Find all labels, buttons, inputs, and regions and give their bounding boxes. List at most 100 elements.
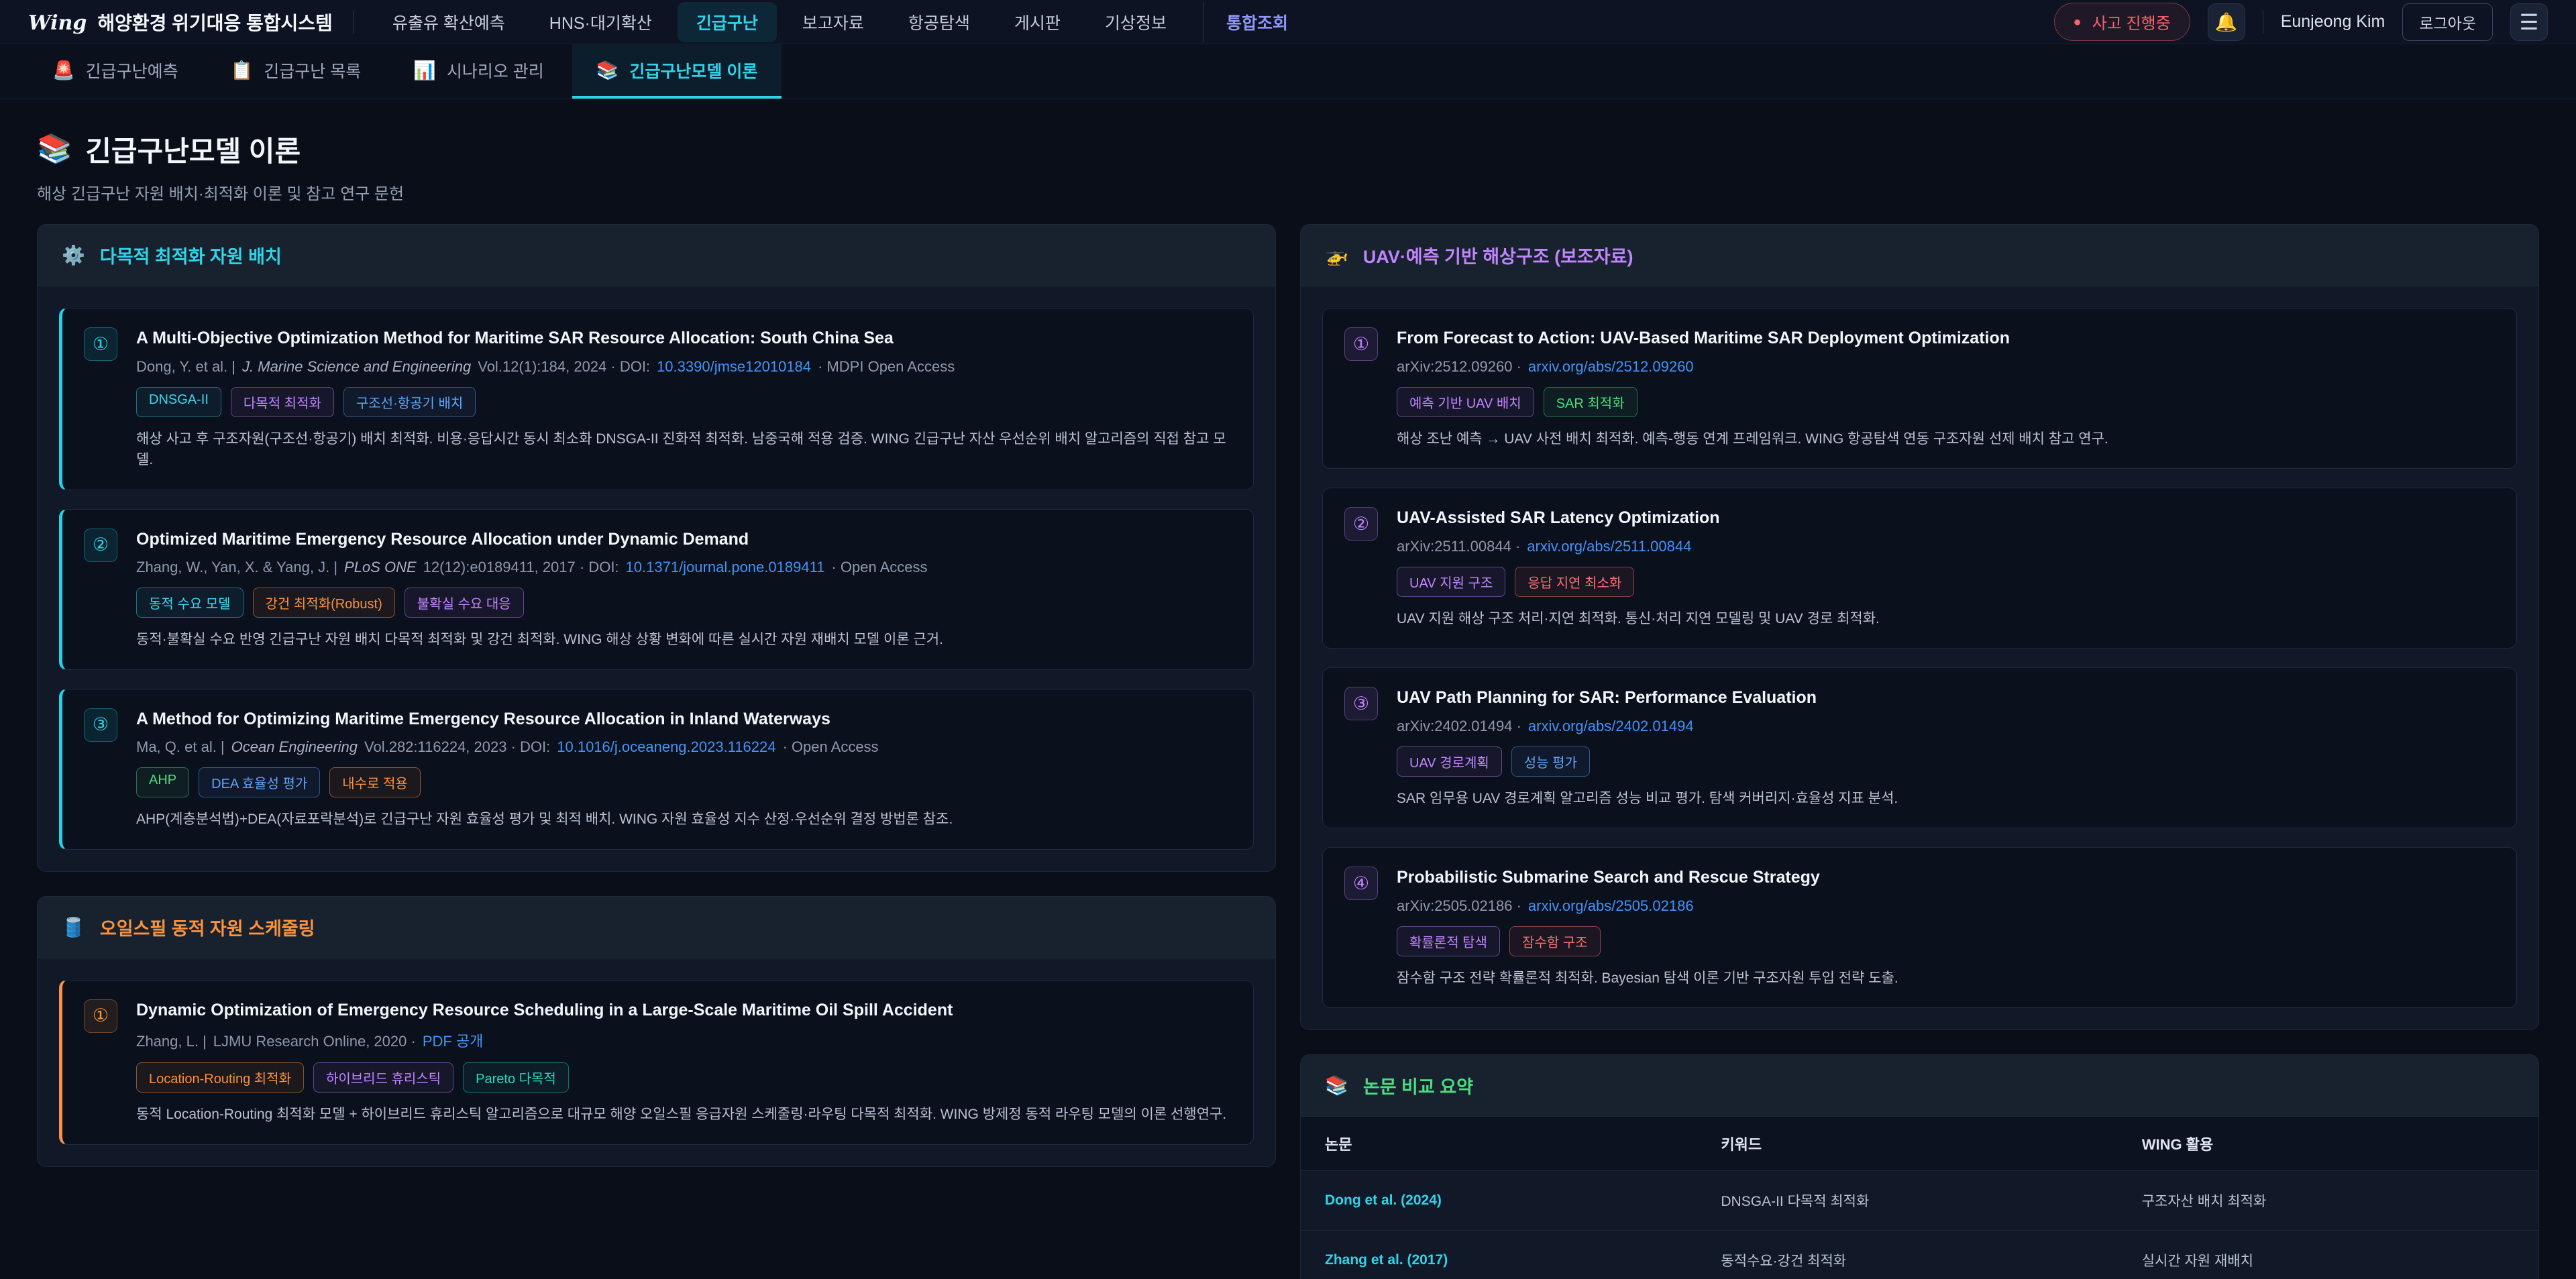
wing-cell: 실시간 자원 재배치 (2118, 1231, 2538, 1279)
paper-card: ③ A Method for Optimizing Maritime Emerg… (59, 689, 1254, 850)
paper-title: A Multi-Objective Optimization Method fo… (136, 327, 1232, 349)
tag: 잠수함 구조 (1509, 926, 1601, 956)
section-title: 논문 비교 요약 (1363, 1072, 1473, 1099)
table-row: Dong et al. (2024) DNSGA-II 다목적 최적화 구조자산… (1301, 1171, 2538, 1231)
paper-summary: 잠수함 구조 전략 확률론적 최적화. Bayesian 탐색 이론 기반 구조… (1397, 968, 2495, 989)
logo-mark: Wing (28, 11, 87, 35)
content-columns: ⚙️ 다목적 최적화 자원 배치 ① A Multi-Objective Opt… (0, 224, 2576, 1279)
nav-item-integrated-search[interactable]: 통합조회 (1203, 2, 1307, 42)
paper-body: UAV-Assisted SAR Latency Optimization ar… (1397, 507, 2495, 629)
paper-number-badge: ① (84, 327, 117, 361)
bell-icon: 🔔 (2215, 11, 2238, 33)
paper-card: ① A Multi-Objective Optimization Method … (59, 308, 1254, 490)
logout-button[interactable]: 로그아웃 (2402, 3, 2493, 41)
tag: 내수로 적용 (329, 767, 421, 797)
arxiv-link[interactable]: arxiv.org/abs/2402.01494 (1528, 718, 1694, 735)
pdf-link[interactable]: PDF 공개 (423, 1030, 484, 1051)
paper-authors: Ma, Q. et al. | (136, 738, 225, 756)
section-header: ⚙️ 다목적 최적화 자원 배치 (38, 225, 1275, 286)
paper-summary: SAR 임무용 UAV 경로계획 알고리즘 성능 비교 평가. 탐색 커버리지·… (1397, 788, 2495, 810)
nav-item-reports[interactable]: 보고자료 (784, 2, 883, 42)
paper-title: From Forecast to Action: UAV-Based Marit… (1397, 327, 2495, 349)
paper-access: · Open Access (782, 738, 878, 756)
paper-meta: Dong, Y. et al. | J. Marine Science and … (136, 358, 1232, 376)
table-header: 논문 키워드 WING 활용 (1301, 1117, 2538, 1171)
paper-summary: AHP(계층분석법)+DEA(자료포락분석)로 긴급구난 자원 효율성 평가 및… (136, 809, 1232, 830)
notifications-button[interactable]: 🔔 (2208, 3, 2245, 41)
paper-card: ④ Probabilistic Submarine Search and Res… (1322, 847, 2517, 1008)
paper-meta: arXiv:2512.09260 · arxiv.org/abs/2512.09… (1397, 358, 2495, 376)
tab-label: 긴급구난예측 (86, 58, 178, 82)
section-title: 오일스필 동적 자원 스케줄링 (100, 914, 315, 940)
app-logo: Wing 해양환경 위기대응 통합시스템 (28, 9, 333, 36)
paper-tags: 예측 기반 UAV 배치 SAR 최적화 (1397, 387, 2495, 417)
subtab-bar: 🚨 긴급구난예측 📋 긴급구난 목록 📊 시나리오 관리 📚 긴급구난모델 이론 (0, 44, 2576, 99)
paper-venue: PLoS ONE (344, 559, 417, 576)
section-title: 다목적 최적화 자원 배치 (100, 242, 282, 268)
paper-tags: AHP DEA 효율성 평가 내수로 적용 (136, 767, 1232, 797)
table-row: Zhang et al. (2017) 동적수요·강건 최적화 실시간 자원 재… (1301, 1231, 2538, 1279)
incident-status-badge: ● 사고 진행중 (2054, 3, 2190, 41)
paper-access: · MDPI Open Access (818, 358, 955, 376)
paper-tags: 확률론적 탐색 잠수함 구조 (1397, 926, 2495, 956)
nav-item-oil-spill[interactable]: 유출유 확산예측 (374, 2, 524, 42)
tag: 구조선·항공기 배치 (343, 387, 476, 417)
paper-summary: 해상 조난 예측 → UAV 사전 배치 최적화. 예측-행동 연계 프레임워크… (1397, 429, 2495, 450)
nav-item-hns[interactable]: HNS·대기확산 (531, 2, 671, 42)
section-body: ① From Forecast to Action: UAV-Based Mar… (1301, 286, 2538, 1030)
chart-icon: 📊 (413, 60, 436, 81)
tab-label: 긴급구난모델 이론 (629, 58, 757, 82)
paper-body: Dynamic Optimization of Emergency Resour… (136, 999, 1232, 1125)
paper-number-badge: ③ (1344, 687, 1378, 720)
nav-item-emergency-rescue[interactable]: 긴급구난 (678, 2, 777, 42)
tag: 동적 수요 모델 (136, 588, 244, 618)
paper-meta: Zhang, W., Yan, X. & Yang, J. | PLoS ONE… (136, 559, 1232, 576)
col-wing-usage: WING 활용 (2118, 1117, 2538, 1171)
paper-authors: Dong, Y. et al. | (136, 358, 235, 376)
col-keyword: 키워드 (1697, 1117, 2117, 1171)
arxiv-link[interactable]: arxiv.org/abs/2505.02186 (1528, 897, 1694, 915)
hamburger-menu-button[interactable]: ☰ (2510, 3, 2548, 41)
paper-link[interactable]: Zhang et al. (2017) (1325, 1252, 1448, 1268)
paper-meta: Zhang, L. | LJMU Research Online, 2020 ·… (136, 1030, 1232, 1051)
header-divider (353, 11, 354, 34)
status-label: 사고 진행중 (2092, 10, 2171, 34)
nav-item-aerial-search[interactable]: 항공탐색 (890, 2, 989, 42)
paper-body: From Forecast to Action: UAV-Based Marit… (1397, 327, 2495, 449)
paper-link[interactable]: Dong et al. (2024) (1325, 1192, 1442, 1208)
tab-rescue-list[interactable]: 📋 긴급구난 목록 (207, 44, 386, 99)
tab-rescue-prediction[interactable]: 🚨 긴급구난예측 (28, 44, 203, 99)
tag: UAV 경로계획 (1397, 746, 1502, 777)
paper-number-badge: ① (1344, 327, 1378, 361)
paper-card: ② UAV-Assisted SAR Latency Optimization … (1322, 488, 2517, 649)
paper-body: A Method for Optimizing Maritime Emergen… (136, 708, 1232, 830)
comparison-table: 논문 키워드 WING 활용 Dong et al. (2024) DNSGA-… (1301, 1117, 2538, 1279)
doi-link[interactable]: 10.3390/jmse12010184 (657, 358, 811, 376)
paper-title: Optimized Maritime Emergency Resource Al… (136, 529, 1232, 551)
doi-link[interactable]: 10.1371/journal.pone.0189411 (626, 559, 825, 576)
oil-drum-icon: 🛢️ (62, 916, 85, 938)
doi-link[interactable]: 10.1016/j.oceaneng.2023.116224 (557, 738, 775, 756)
paper-detail: Vol.12(1):184, 2024 · DOI: (478, 358, 650, 376)
arxiv-id: arXiv:2512.09260 · (1397, 358, 1521, 376)
tab-label: 긴급구난 목록 (264, 58, 361, 82)
arxiv-link[interactable]: arxiv.org/abs/2511.00844 (1527, 538, 1691, 555)
paper-meta: arXiv:2505.02186 · arxiv.org/abs/2505.02… (1397, 897, 2495, 915)
nav-item-weather[interactable]: 기상정보 (1086, 2, 1185, 42)
arxiv-link[interactable]: arxiv.org/abs/2512.09260 (1528, 358, 1694, 376)
paper-tags: 동적 수요 모델 강건 최적화(Robust) 불확실 수요 대응 (136, 588, 1232, 618)
section-body: ① Dynamic Optimization of Emergency Reso… (38, 958, 1275, 1166)
header-right: ● 사고 진행중 🔔 Eunjeong Kim 로그아웃 ☰ (2054, 3, 2548, 41)
arxiv-id: arXiv:2511.00844 · (1397, 538, 1520, 555)
paper-detail: 12(12):e0189411, 2017 · DOI: (423, 559, 619, 576)
paper-venue: Ocean Engineering (231, 738, 358, 756)
tab-rescue-model-theory[interactable]: 📚 긴급구난모델 이론 (572, 44, 782, 99)
tab-label: 시나리오 관리 (447, 58, 544, 82)
nav-item-board[interactable]: 게시판 (996, 2, 1079, 42)
tag: 다목적 최적화 (231, 387, 334, 417)
paper-detail: LJMU Research Online, 2020 · (213, 1033, 416, 1050)
paper-authors: Zhang, L. | (136, 1033, 207, 1050)
paper-meta: Ma, Q. et al. | Ocean Engineering Vol.28… (136, 738, 1232, 756)
tab-scenario-management[interactable]: 📊 시나리오 관리 (389, 44, 568, 99)
section-header: 🛢️ 오일스필 동적 자원 스케줄링 (38, 897, 1275, 958)
